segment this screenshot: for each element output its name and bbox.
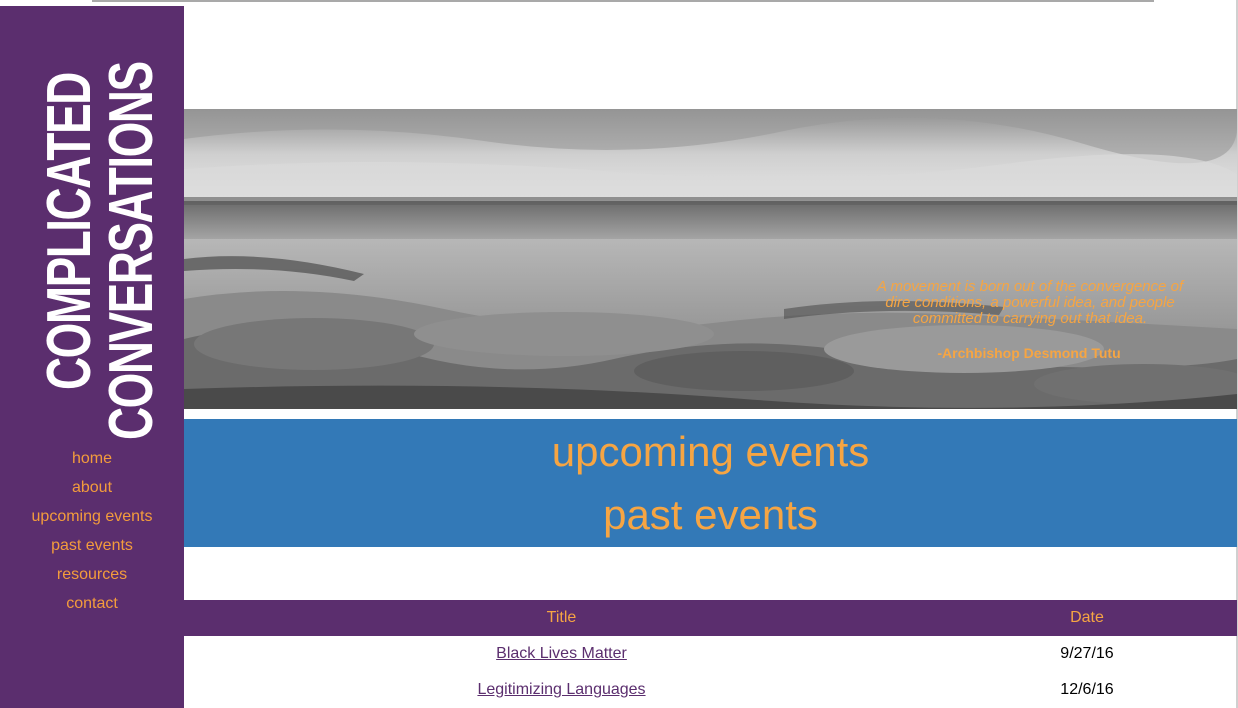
- landscape-image: [184, 109, 1237, 409]
- table-row: Legitimizing Languages 12/6/16: [184, 672, 1237, 708]
- event-date-cell: 9/27/16: [1060, 645, 1114, 662]
- nav-item-contact[interactable]: contact: [0, 589, 184, 618]
- events-links-band: upcoming events past events: [184, 419, 1237, 547]
- hero-quote-author: -Archbishop Desmond Tutu: [937, 345, 1121, 361]
- event-date-cell: 12/6/16: [1060, 681, 1114, 698]
- nav-item-home[interactable]: home: [0, 444, 184, 473]
- nav-item-upcoming-events[interactable]: upcoming events: [0, 502, 184, 531]
- past-events-link[interactable]: past events: [184, 491, 1237, 539]
- event-link[interactable]: Legitimizing Languages: [477, 681, 645, 698]
- table-row: Black Lives Matter 9/27/16: [184, 636, 1237, 672]
- nav-item-resources[interactable]: resources: [0, 560, 184, 589]
- top-border: [92, 0, 1154, 2]
- event-title-cell: Legitimizing Languages: [184, 672, 939, 708]
- hero-quote: A movement is born out of the convergenc…: [876, 278, 1184, 327]
- upcoming-events-link[interactable]: upcoming events: [184, 428, 1237, 476]
- table-header: Title Date: [184, 600, 1237, 636]
- logo-line-conversations: CONVERSATIONS: [97, 62, 166, 440]
- column-header-date: Date: [1070, 609, 1104, 626]
- event-link[interactable]: Black Lives Matter: [496, 645, 627, 662]
- main-nav: home about upcoming events past events r…: [0, 444, 184, 618]
- sidebar: COMPLICATED CONVERSATIONS home about upc…: [0, 6, 184, 708]
- hero-image: A movement is born out of the convergenc…: [184, 109, 1237, 409]
- column-header-title: Title: [546, 609, 577, 626]
- event-title-cell: Black Lives Matter: [184, 636, 939, 672]
- nav-item-about[interactable]: about: [0, 473, 184, 502]
- logo-line-complicated: COMPLICATED: [35, 73, 104, 391]
- events-table: Title Date Black Lives Matter 9/27/16 Le…: [184, 600, 1237, 708]
- nav-item-past-events[interactable]: past events: [0, 531, 184, 560]
- window-top-edge: [0, 0, 1238, 6]
- site-logo[interactable]: COMPLICATED CONVERSATIONS: [35, 20, 166, 440]
